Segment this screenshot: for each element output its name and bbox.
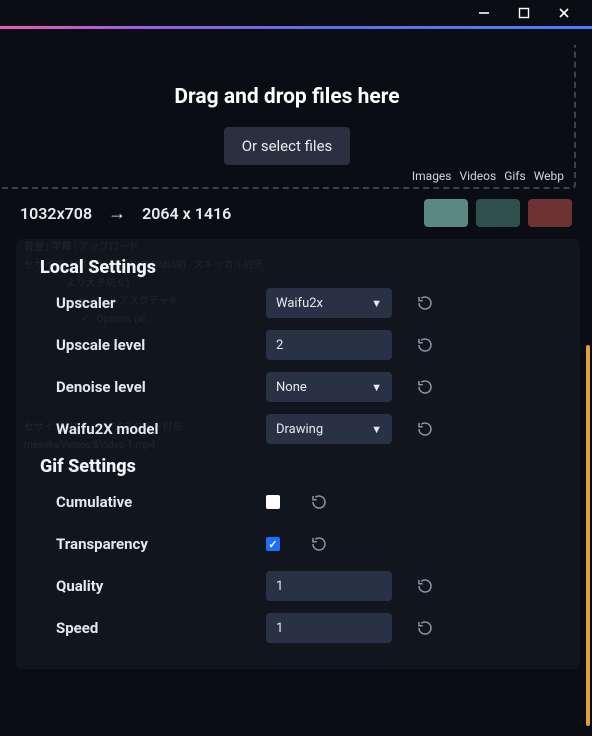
upscaler-reset-button[interactable] — [414, 292, 436, 314]
close-button[interactable] — [544, 0, 584, 26]
scrollbar-indicator[interactable] — [586, 345, 590, 726]
denoise-value: None — [276, 380, 307, 395]
format-tabs: Images Videos Gifs Webp — [412, 169, 564, 183]
row-upscale-level: Upscale level 2 — [56, 330, 570, 360]
transparency-checkbox[interactable] — [266, 537, 280, 551]
upscaler-select[interactable]: Waifu2x ▼ — [266, 288, 392, 318]
denoise-reset-button[interactable] — [414, 376, 436, 398]
quality-input[interactable]: 1 — [266, 571, 392, 601]
upscale-level-value: 2 — [276, 338, 283, 353]
source-dimensions: 1032x708 — [20, 204, 92, 223]
upscaler-label: Upscaler — [56, 294, 266, 312]
cumulative-label: Cumulative — [56, 493, 266, 511]
model-value: Drawing — [276, 422, 323, 437]
tab-gifs[interactable]: Gifs — [504, 169, 525, 183]
tab-videos[interactable]: Videos — [459, 169, 496, 183]
transparency-label: Transparency — [56, 535, 266, 553]
dimension-bar: 1032x708 → 2064 x 1416 — [0, 189, 592, 233]
cumulative-reset-button[interactable] — [308, 491, 330, 513]
minimize-button[interactable] — [464, 0, 504, 26]
dropzone-title: Drag and drop files here — [0, 85, 574, 109]
accent-gradient — [0, 26, 592, 29]
row-speed: Speed 1 — [56, 613, 570, 643]
maximize-button[interactable] — [504, 0, 544, 26]
model-label: Waifu2X model — [56, 420, 266, 438]
tab-webp[interactable]: Webp — [534, 169, 564, 183]
row-model: Waifu2X model Drawing ▼ — [56, 414, 570, 444]
speed-reset-button[interactable] — [414, 617, 436, 639]
row-cumulative: Cumulative — [56, 487, 570, 517]
chip-teal[interactable] — [424, 199, 468, 227]
row-transparency: Transparency — [56, 529, 570, 559]
denoise-select[interactable]: None ▼ — [266, 372, 392, 402]
model-reset-button[interactable] — [414, 418, 436, 440]
dropzone[interactable]: Drag and drop files here Or select files… — [0, 45, 576, 189]
row-denoise: Denoise level None ▼ — [56, 372, 570, 402]
upscale-level-label: Upscale level — [56, 336, 266, 354]
select-files-button[interactable]: Or select files — [224, 127, 351, 165]
row-quality: Quality 1 — [56, 571, 570, 601]
upscaler-value: Waifu2x — [276, 296, 323, 311]
chevron-down-icon: ▼ — [371, 297, 382, 310]
arrow-right-icon: → — [108, 203, 126, 224]
chevron-down-icon: ▼ — [371, 381, 382, 394]
model-select[interactable]: Drawing ▼ — [266, 414, 392, 444]
quality-reset-button[interactable] — [414, 575, 436, 597]
settings-panel: 音量 | 字幕 | アップロード セサイズ: 10.13/11/13/13/14… — [16, 239, 580, 669]
chip-teal-dark[interactable] — [476, 199, 520, 227]
speed-label: Speed — [56, 619, 266, 637]
quality-value: 1 — [276, 579, 283, 594]
content-area: Drag and drop files here Or select files… — [0, 45, 592, 736]
speed-value: 1 — [276, 621, 283, 636]
upscale-level-reset-button[interactable] — [414, 334, 436, 356]
chevron-down-icon: ▼ — [371, 423, 382, 436]
transparency-reset-button[interactable] — [308, 533, 330, 555]
cumulative-checkbox[interactable] — [266, 495, 280, 509]
color-chips — [424, 199, 572, 227]
target-dimensions: 2064 x 1416 — [142, 204, 231, 223]
speed-input[interactable]: 1 — [266, 613, 392, 643]
titlebar — [0, 0, 592, 26]
gif-settings-title: Gif Settings — [40, 456, 570, 477]
denoise-label: Denoise level — [56, 378, 266, 396]
chip-red[interactable] — [528, 199, 572, 227]
local-settings-title: Local Settings — [40, 257, 570, 278]
tab-images[interactable]: Images — [412, 169, 452, 183]
quality-label: Quality — [56, 577, 266, 595]
upscale-level-input[interactable]: 2 — [266, 330, 392, 360]
row-upscaler: Upscaler Waifu2x ▼ — [56, 288, 570, 318]
